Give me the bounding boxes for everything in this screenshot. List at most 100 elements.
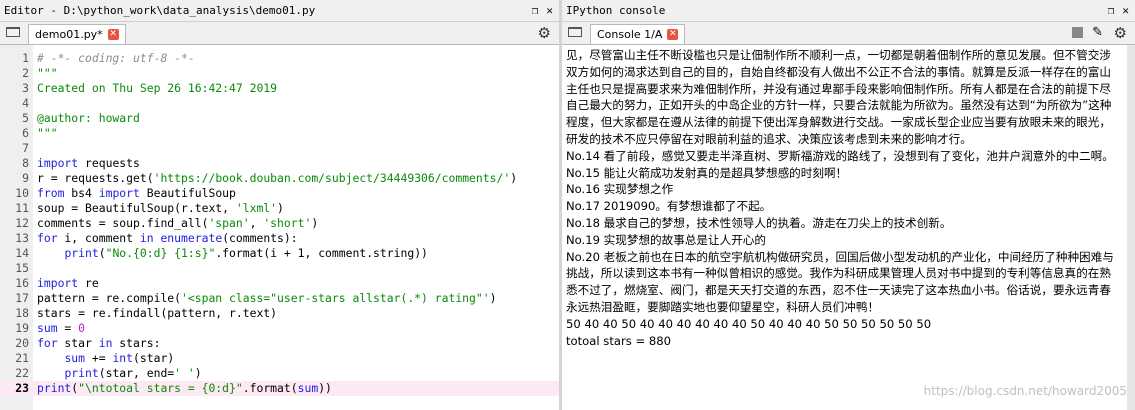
browse-tabs-icon[interactable] [568,27,582,37]
code-token: .format(i + 1, comment.string)) [215,246,428,260]
code-token: for [37,336,58,350]
tab-console-1[interactable]: Console 1/A ✕ [590,24,686,44]
code-line[interactable]: 16 import re [0,276,559,291]
line-number: 7 [22,141,29,155]
code-line[interactable]: 14 print("No.{0:d} {1:s}".format(i + 1, … [0,246,559,261]
code-line[interactable]: 20 for star in stars: [0,336,559,351]
code-line[interactable]: 11 soup = BeautifulSoup(r.text, 'lxml') [0,201,559,216]
code-token: ( [98,246,106,260]
code-token: enumerate [160,231,223,245]
code-token: sum [64,351,86,365]
code-token: '<span class="user-stars allstar(.*) rat… [181,291,490,305]
code-token: 'span' [208,216,250,230]
code-token: ) [311,216,319,230]
code-line[interactable]: 4 [0,96,559,111]
code-line[interactable]: 6 """ [0,126,559,141]
console-output-area[interactable]: 见，尽管富山主任不断设槛也只是让佃制作所不顺利一点，一切都是朝着佃制作所的意见发… [562,45,1127,410]
code-token: (star) [133,351,175,365]
line-number: 2 [22,66,29,80]
code-line[interactable]: 23 print("\ntotoal stars = {0:d}".format(… [0,381,559,396]
code-token: "\ntotoal stars = {0:d}" [78,381,243,395]
console-scrollbar[interactable] [1127,45,1135,410]
code-token: r = requests.get( [37,171,154,185]
line-number: 4 [22,96,29,110]
line-number: 15 [15,261,29,275]
code-token: .format( [242,381,298,395]
watermark: https://blog.csdn.net/howard2005 [923,384,1127,398]
console-tabbar: Console 1/A ✕ ✎ ⚙ [562,22,1135,45]
code-line[interactable]: 1 # -*- coding: utf-8 -*- [0,51,559,66]
code-token: )) [318,381,332,395]
code-editor[interactable]: 1 # -*- coding: utf-8 -*- 2 """ 3 Created on … [0,45,559,410]
code-token: 0 [78,321,86,335]
code-line[interactable]: 10 from bs4 import BeautifulSoup [0,186,559,201]
browse-tabs-icon[interactable] [6,27,20,37]
line-number: 12 [15,216,29,230]
code-token: stars = re.findall(pattern, r.text) [37,306,278,320]
code-token: = [57,321,79,335]
code-line[interactable]: 21 sum += int(star) [0,351,559,366]
code-token: (star, end= [98,366,175,380]
tab-demo01[interactable]: demo01.py* ✕ [28,24,126,44]
undock-icon[interactable]: ❐ [1108,0,1115,21]
code-line[interactable]: 17 pattern = re.compile('<span class="use… [0,291,559,306]
line-number: 13 [15,231,29,245]
code-line[interactable]: 22 print(star, end=' ') [0,366,559,381]
code-token: sum [297,381,319,395]
close-pane-icon[interactable]: ✕ [1122,0,1129,21]
code-token: 'lxml' [235,201,278,215]
tab-label: demo01.py* [35,28,103,41]
line-number: 23 [15,381,29,395]
line-number: 10 [15,186,29,200]
line-number: 19 [15,321,29,335]
code-token: print [64,246,99,260]
code-token: int [112,351,134,365]
code-token: i, comment [57,231,140,245]
code-token: Created on Thu Sep 26 16:42:47 2019 [37,81,278,95]
code-line[interactable]: 9 r = requests.get('https://book.douban.c… [0,171,559,186]
close-tab-icon[interactable]: ✕ [107,29,119,40]
line-number: 16 [15,276,29,290]
code-line[interactable]: 12 comments = soup.find_all('span', 'shor… [0,216,559,231]
code-line[interactable]: 15 [0,261,559,276]
code-token: import [37,156,79,170]
gear-icon[interactable]: ⚙ [1114,24,1127,42]
code-line[interactable]: 3 Created on Thu Sep 26 16:42:47 2019 [0,81,559,96]
line-number: 18 [15,306,29,320]
code-line[interactable]: 19 sum = 0 [0,321,559,336]
code-line[interactable]: 18 stars = re.findall(pattern, r.text) [0,306,559,321]
stop-icon[interactable] [1072,27,1083,38]
tab-label: Console 1/A [597,28,663,41]
code-token: "No.{0:d} {1:s}" [105,246,216,260]
code-token: for [37,231,58,245]
code-token: star [57,336,99,350]
code-line[interactable]: 13 for i, comment in enumerate(comments): [0,231,559,246]
code-token: ) [194,366,202,380]
code-line[interactable]: 8 import requests [0,156,559,171]
code-token: soup = BeautifulSoup(r.text, [37,201,236,215]
code-token: pattern = re.compile( [37,291,182,305]
code-token: re [78,276,99,290]
eraser-icon[interactable]: ✎ [1092,25,1103,40]
code-line[interactable]: 2 """ [0,66,559,81]
code-token: import [98,186,140,200]
code-token: """ [37,66,58,80]
line-number: 21 [15,351,29,365]
code-token: in [98,336,113,350]
close-tab-icon[interactable]: ✕ [667,29,679,40]
code-token: bs4 [64,186,99,200]
console-pane: IPython console ❐ ✕ Console 1/A ✕ ✎ ⚙ 见，… [562,0,1135,410]
line-number: 5 [22,111,29,125]
gear-icon[interactable]: ⚙ [538,24,551,42]
code-token: (comments): [222,231,298,245]
line-number: 11 [15,201,29,215]
undock-icon[interactable]: ❐ [532,0,539,21]
line-number: 20 [15,336,29,350]
code-line[interactable]: 7 [0,141,559,156]
code-token: print [64,366,99,380]
editor-tabbar: demo01.py* ✕ ⚙ [0,22,559,45]
code-line[interactable]: 5 @author: howard [0,111,559,126]
close-pane-icon[interactable]: ✕ [546,0,553,21]
line-number: 6 [22,126,29,140]
code-token: ) [510,171,518,185]
